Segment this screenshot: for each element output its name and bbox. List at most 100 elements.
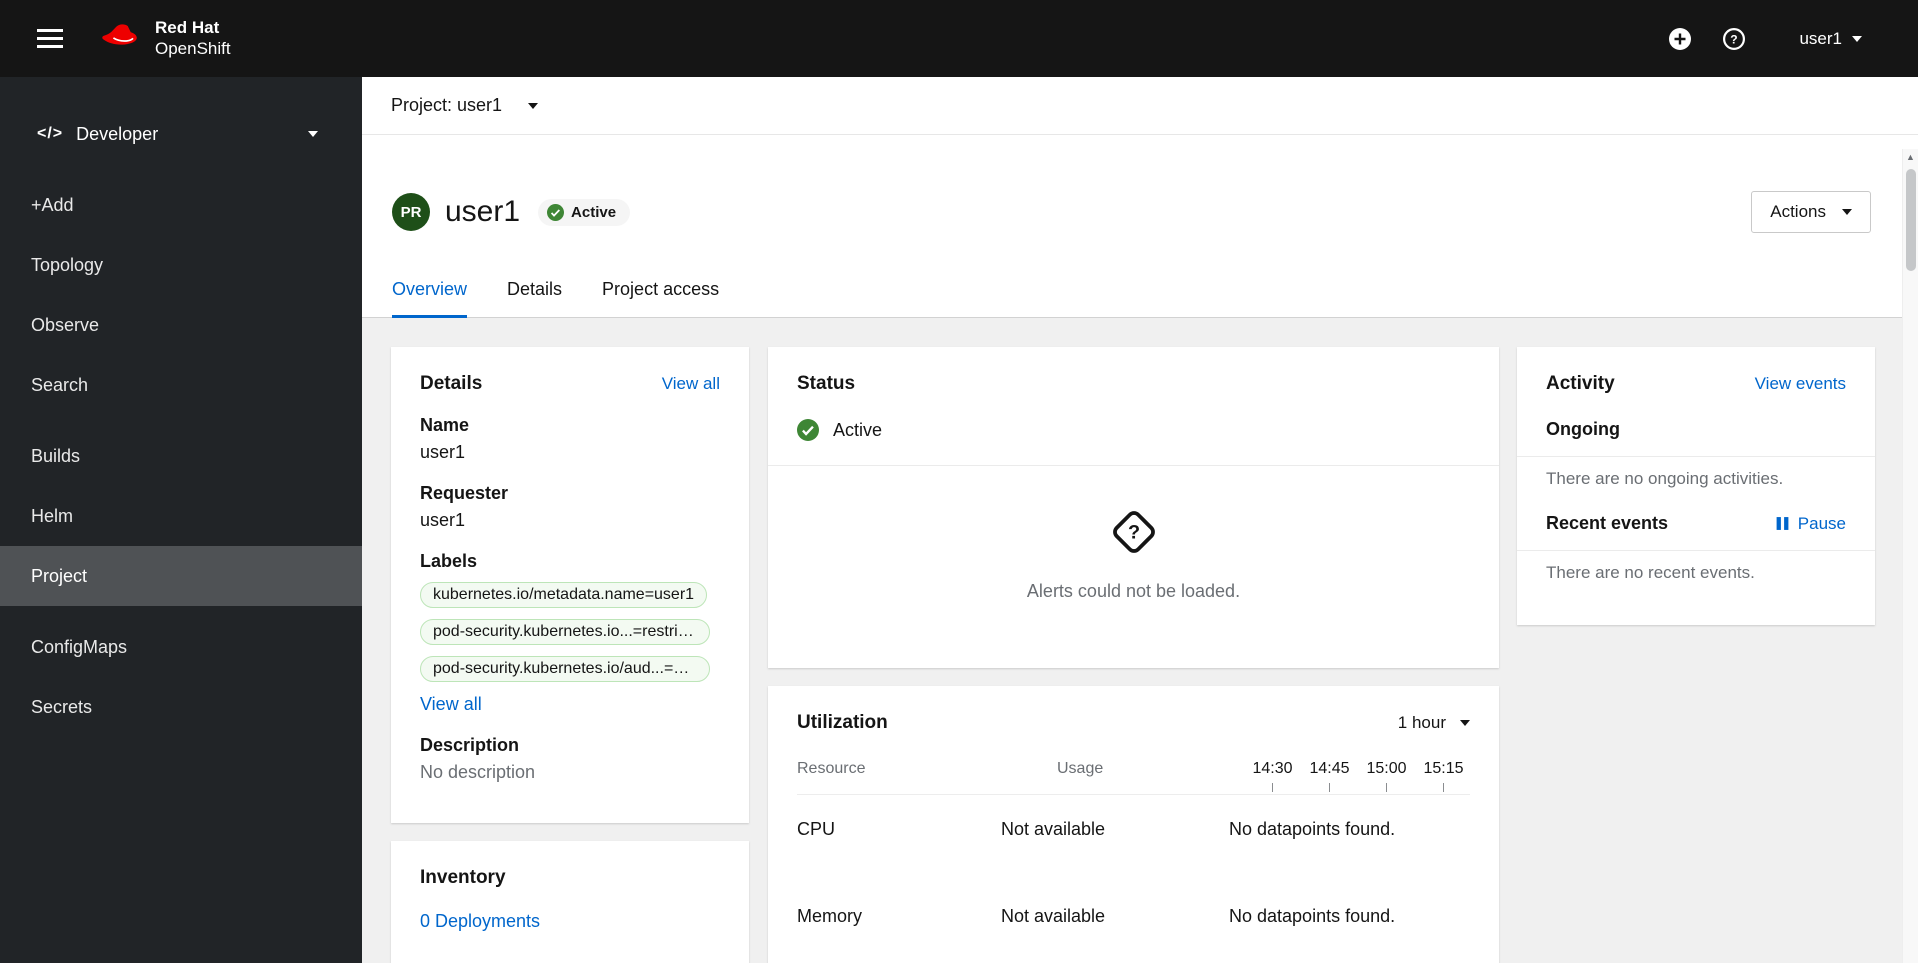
actions-button-label: Actions [1770, 202, 1826, 221]
field-value-description: No description [420, 762, 536, 782]
field-label-labels: Labels [420, 551, 478, 571]
sidebar-item-project[interactable]: Project [0, 546, 362, 606]
hamburger-menu-icon[interactable] [33, 23, 67, 54]
chevron-down-icon [1460, 720, 1470, 726]
utilization-row-memory: Memory Not available No datapoints found… [797, 906, 1470, 927]
resource-datapoints: No datapoints found. [1229, 819, 1396, 839]
svg-text:?: ? [1731, 32, 1738, 46]
details-view-all-link[interactable]: View all [662, 374, 720, 394]
user-menu[interactable]: user1 [1799, 29, 1862, 49]
sidebar-item-label: Project [31, 565, 88, 586]
recent-events-empty-message: There are no recent events. [1546, 563, 1755, 582]
sidebar-item-label: Secrets [31, 696, 93, 717]
sidebar-item-label: Search [31, 374, 89, 395]
sidebar-item-secrets[interactable]: Secrets [0, 677, 362, 737]
openshift-console: Red Hat OpenShift ? user1 </> Developer [0, 0, 1918, 963]
sidebar-item-label: Observe [31, 314, 100, 335]
tab-project-access[interactable]: Project access [602, 279, 719, 318]
tab-details[interactable]: Details [507, 279, 562, 318]
labels-list: kubernetes.io/metadata.name=user1 pod-se… [420, 582, 720, 682]
time-tick: 14:30 [1244, 760, 1301, 792]
sidebar-item-configmaps[interactable]: ConfigMaps [0, 617, 362, 677]
field-label-requester: Requester [420, 483, 509, 503]
activity-card-title: Activity [1546, 373, 1615, 394]
project-selector-label: Project: user1 [391, 95, 503, 115]
resource-datapoints: No datapoints found. [1229, 906, 1396, 926]
ongoing-empty-message: There are no ongoing activities. [1546, 469, 1784, 488]
sidebar-item-builds[interactable]: Builds [0, 426, 362, 486]
help-icon[interactable]: ? [1723, 27, 1746, 50]
duration-select[interactable]: 1 hour [1398, 713, 1470, 733]
page-title: user1 [445, 195, 521, 228]
pause-icon [1775, 516, 1790, 531]
sidebar: </> Developer +Add Topology Observe Sear… [0, 77, 362, 963]
field-value-requester: user1 [420, 510, 466, 530]
resource-usage: Not available [1001, 819, 1106, 839]
page-header: PR user1 Active Actions Overview Details… [362, 135, 1918, 318]
developer-code-icon: </> [37, 125, 64, 142]
chevron-down-icon [1842, 209, 1852, 215]
chevron-down-icon [308, 131, 318, 137]
sidebar-item-topology[interactable]: Topology [0, 235, 362, 295]
time-axis: 14:30 14:45 15:00 15:15 [1229, 760, 1472, 792]
resource-usage: Not available [1001, 906, 1106, 926]
unknown-status-icon: ? [1106, 504, 1162, 565]
labels-view-all-link[interactable]: View all [420, 694, 482, 715]
view-events-link[interactable]: View events [1755, 374, 1846, 394]
field-value-name: user1 [420, 442, 466, 462]
scrollbar-up-arrow-icon[interactable]: ▲ [1903, 149, 1918, 162]
sidebar-item-label: ConfigMaps [31, 636, 128, 657]
sidebar-item-label: Helm [31, 505, 74, 526]
chevron-down-icon [1852, 35, 1862, 42]
brand-line2: OpenShift [155, 38, 231, 58]
alerts-message: Alerts could not be loaded. [1026, 581, 1241, 601]
check-circle-icon [547, 203, 565, 221]
actions-button[interactable]: Actions [1751, 191, 1871, 233]
alerts-empty-state: ? Alerts could not be loaded. [797, 466, 1470, 602]
utilization-card: Utilization 1 hour Resource Usage 14:30 … [768, 686, 1499, 963]
utilization-header-row: Resource Usage 14:30 14:45 15:00 15:15 [797, 760, 1470, 795]
perspective-switcher[interactable]: </> Developer [37, 103, 318, 165]
inventory-card: Inventory 0 Deployments [391, 841, 749, 963]
masthead: Red Hat OpenShift ? user1 [0, 0, 1918, 77]
project-status-label: Active [833, 419, 883, 440]
utilization-row-cpu: CPU Not available No datapoints found. [797, 819, 1470, 840]
scrollbar-thumb[interactable] [1906, 169, 1916, 271]
project-selector[interactable]: Project: user1 [362, 77, 1918, 135]
svg-text:?: ? [1127, 522, 1139, 544]
ongoing-section-title: Ongoing [1546, 419, 1620, 439]
sidebar-item-label: +Add [31, 194, 74, 215]
project-status-row: Active [797, 419, 1470, 465]
overview-content: Details View all Name user1 Requester us… [362, 318, 1918, 963]
brand: Red Hat OpenShift [101, 18, 231, 59]
status-badge-label: Active [571, 203, 617, 221]
sidebar-item-add[interactable]: +Add [0, 175, 362, 235]
masthead-actions: ? user1 [1669, 27, 1862, 50]
title-row: PR user1 Active Actions [392, 191, 1871, 233]
pause-events-label: Pause [1797, 513, 1846, 533]
brand-text: Red Hat OpenShift [155, 18, 231, 59]
resource-name: Memory [797, 906, 863, 926]
user-menu-label: user1 [1799, 28, 1842, 48]
sidebar-item-observe[interactable]: Observe [0, 295, 362, 355]
sidebar-item-search[interactable]: Search [0, 355, 362, 415]
column-header-usage: Usage [1057, 760, 1104, 777]
inventory-card-title: Inventory [420, 867, 506, 888]
time-tick: 14:45 [1301, 760, 1358, 792]
deployments-count-link[interactable]: 0 Deployments [420, 911, 540, 932]
sidebar-item-helm[interactable]: Helm [0, 486, 362, 546]
label-pill[interactable]: pod-security.kubernetes.io/aud...=v1.... [420, 656, 710, 682]
status-badge: Active [538, 198, 631, 226]
tab-overview[interactable]: Overview [392, 279, 468, 318]
status-card: Status Active ? Alerts could not be load… [768, 347, 1499, 668]
pause-events-button[interactable]: Pause [1775, 514, 1846, 534]
label-pill[interactable]: pod-security.kubernetes.io...=restric... [420, 619, 710, 645]
time-tick: 15:00 [1358, 760, 1415, 792]
utilization-card-title: Utilization [797, 712, 888, 733]
label-pill[interactable]: kubernetes.io/metadata.name=user1 [420, 582, 708, 608]
add-icon[interactable] [1669, 27, 1692, 50]
tabs: Overview Details Project access [392, 279, 1871, 318]
vertical-scrollbar[interactable]: ▲ [1902, 149, 1918, 963]
duration-select-value: 1 hour [1397, 713, 1446, 732]
sidebar-nav: +Add Topology Observe Search Builds Helm… [0, 165, 362, 737]
